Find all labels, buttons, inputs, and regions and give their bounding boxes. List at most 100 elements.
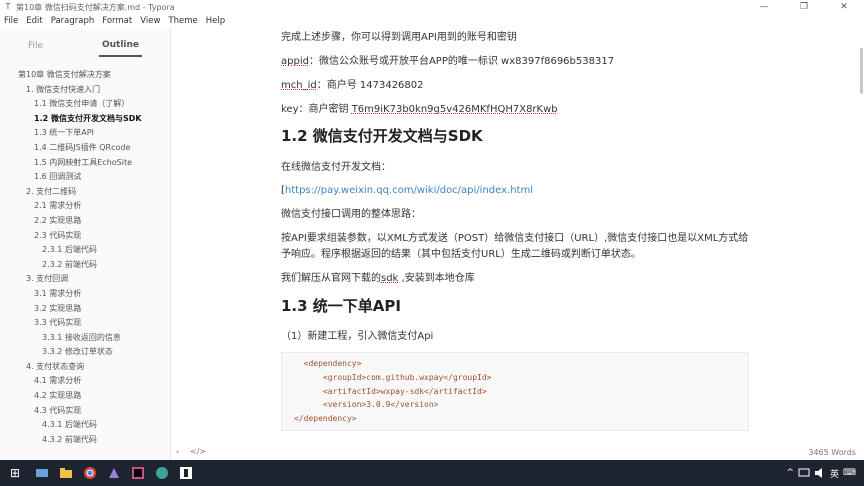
taskbar-app-6[interactable] [150,460,174,486]
menu-help[interactable]: Help [202,16,229,26]
outline-item[interactable]: 3.3.1 接收返回的信息 [0,331,170,346]
chrome-icon [84,467,96,479]
outline-item[interactable]: 1.1 微信支付申请（了解） [0,97,170,112]
app-icon-1 [36,469,48,477]
outline-item[interactable]: 第10章 微信支付解决方案 [0,68,170,83]
sidebar-tabs: File Outline [0,28,170,64]
input-language[interactable]: 英 [830,467,839,480]
volume-icon[interactable] [814,468,826,478]
outline-item[interactable]: 1.2 微信支付开发文档与SDK [0,112,170,127]
outline-item[interactable]: 4.1 需求分析 [0,374,170,389]
heading-1-2: 1.2 微信支付开发文档与SDK [281,127,483,145]
title-bar: T 第10章 微信扫码支付解决方案.md - Typora — ❐ ✕ [0,0,864,14]
network-icon[interactable] [798,468,810,478]
outline-item[interactable]: 2.2 实现思路 [0,214,170,229]
key-value: T6m9iK73b0kn9g5v426MKfHQH7X8rKwb [351,104,558,115]
menu-bar: File Edit Paragraph Format View Theme He… [0,14,864,28]
paragraph-flow-line1: 按API要求组装参数，以XML方式发送（POST）给微信支付接口（URL）,微信… [281,233,749,244]
typora-app-icon: T [5,2,11,11]
code-block[interactable]: <dependency> <groupId>com.github.wxpay</… [281,352,749,431]
menu-theme[interactable]: Theme [164,16,201,26]
outline-item[interactable]: 4.3.1 后端代码 [0,418,170,433]
sdk-text-2: ,安装到本地仓库 [398,273,475,284]
appid-term: appid [281,56,309,67]
outline-item[interactable]: 2.3.1 后端代码 [0,243,170,258]
code-line: <groupId>com.github.wxpay</groupId> [294,372,492,382]
taskbar-explorer[interactable] [54,460,78,486]
menu-edit[interactable]: Edit [22,16,46,26]
editor-area[interactable]: 完成上述步骤，你可以得到调用API用到的账号和密钥 appid：微信公众账号或开… [172,28,864,460]
menu-paragraph[interactable]: Paragraph [47,16,99,26]
word-count[interactable]: 3465 Words [808,448,856,457]
taskbar-app-4[interactable] [102,460,126,486]
paragraph-sdk: 我们解压从官网下载的sdk ,安装到本地仓库 [281,272,475,286]
wxpay-doc-link[interactable]: https://pay.weixin.qq.com/wiki/doc/api/i… [285,185,533,196]
mchid-text: ：商户号 1473426802 [316,80,424,91]
mchid-term: mch_id [281,80,317,91]
taskbar-intellij[interactable] [126,460,150,486]
paragraph-doc-online: 在线微信支付开发文档： [281,162,391,173]
maximize-button[interactable]: ❐ [784,0,824,14]
paragraph-intro: 完成上述步骤，你可以得到调用API用到的账号和密钥 [281,32,517,43]
start-button[interactable]: ⊞ [0,460,30,486]
menu-file[interactable]: File [0,16,22,26]
outline-item[interactable]: 2.1 需求分析 [0,199,170,214]
system-tray: ^ 英 ⌨ [786,460,864,486]
outline-list: 第10章 微信支付解决方案 1. 微信支付快速入门 1.1 微信支付申请（了解） 1.… [0,68,170,447]
outline-item[interactable]: 1. 微信支付快速入门 [0,83,170,98]
outline-item[interactable]: 1.6 回调测试 [0,170,170,185]
outline-item[interactable]: 4.3 代码实现 [0,404,170,419]
menu-view[interactable]: View [136,16,164,26]
taskbar-chrome[interactable] [78,460,102,486]
outline-item[interactable]: 2.3.2 前端代码 [0,258,170,273]
appid-text: ：微信公众账号或开放平台APP的唯一标识 wx8397f8696b538317 [308,56,615,67]
sdk-word: sdk [381,273,399,284]
outline-item[interactable]: 3.3 代码实现 [0,316,170,331]
app-icon-6 [156,467,168,479]
close-button[interactable]: ✕ [824,0,864,14]
tray-expand-icon[interactable]: ^ [786,468,794,478]
outline-item[interactable]: 2. 支付二维码 [0,185,170,200]
paragraph-appid: appid：微信公众账号或开放平台APP的唯一标识 wx8397f8696b53… [281,55,614,69]
typora-icon [180,467,192,479]
outline-item[interactable]: 3.1 需求分析 [0,287,170,302]
windows-icon: ⊞ [9,466,21,480]
sdk-text-1: 我们解压从官网下载的 [281,273,381,284]
window-controls: — ❐ ✕ [744,0,864,14]
menu-format[interactable]: Format [98,16,136,26]
code-line: </dependency> [294,414,357,424]
tab-outline[interactable]: Outline [98,35,143,57]
outline-item[interactable]: 3. 支付回调 [0,272,170,287]
input-method-icon[interactable]: ⌨ [843,468,856,478]
paragraph-step1: （1）新建工程，引入微信支付Api [281,331,434,342]
status-bar: ‹ </> 3465 Words [0,446,864,460]
paragraph-flow-title: 微信支付接口调用的整体思路： [281,209,421,220]
outline-item[interactable]: 1.3 统一下单API [0,126,170,141]
sidebar: File Outline 第10章 微信支付解决方案 1. 微信支付快速入门 1.1… [0,28,171,460]
editor-scrollbar[interactable] [860,48,863,94]
intellij-icon [132,467,144,479]
code-line: <artifactId>wxpay-sdk</artifactId> [294,386,487,396]
app-icon-4 [109,468,119,478]
taskbar-typora[interactable] [174,460,198,486]
source-mode-icon[interactable]: </> [190,447,206,456]
paragraph-link: [https://pay.weixin.qq.com/wiki/doc/api/… [281,184,533,198]
minimize-button[interactable]: — [744,0,784,14]
outline-item[interactable]: 1.5 内网映射工具EchoSite [0,156,170,171]
window-title: 第10章 微信扫码支付解决方案.md - Typora [16,2,175,12]
folder-icon [60,468,72,478]
code-line: <version>3.0.9</version> [294,400,439,410]
taskbar: ⊞ ^ 英 ⌨ [0,460,864,486]
heading-1-3: 1.3 统一下单API [281,297,401,315]
outline-item[interactable]: 3.3.2 修改订单状态 [0,345,170,360]
paragraph-key: key：商户密钥 T6m9iK73b0kn9g5v426MKfHQH7X8rKw… [281,103,558,117]
outline-item[interactable]: 4.2 实现思路 [0,389,170,404]
paragraph-flow-line2: 予响应。程序根据返回的结果（其中包括支付URL）生成二维码或判断订单状态。 [281,249,641,260]
taskbar-app-1[interactable] [30,460,54,486]
outline-item[interactable]: 2.3 代码实现 [0,229,170,244]
outline-item[interactable]: 1.4 二维码JS插件 QRcode [0,141,170,156]
outline-item[interactable]: 3.2 实现思路 [0,302,170,317]
tab-file[interactable]: File [28,41,43,51]
outline-item[interactable]: 4. 支付状态查询 [0,360,170,375]
collapse-sidebar-icon[interactable]: ‹ [176,447,179,456]
